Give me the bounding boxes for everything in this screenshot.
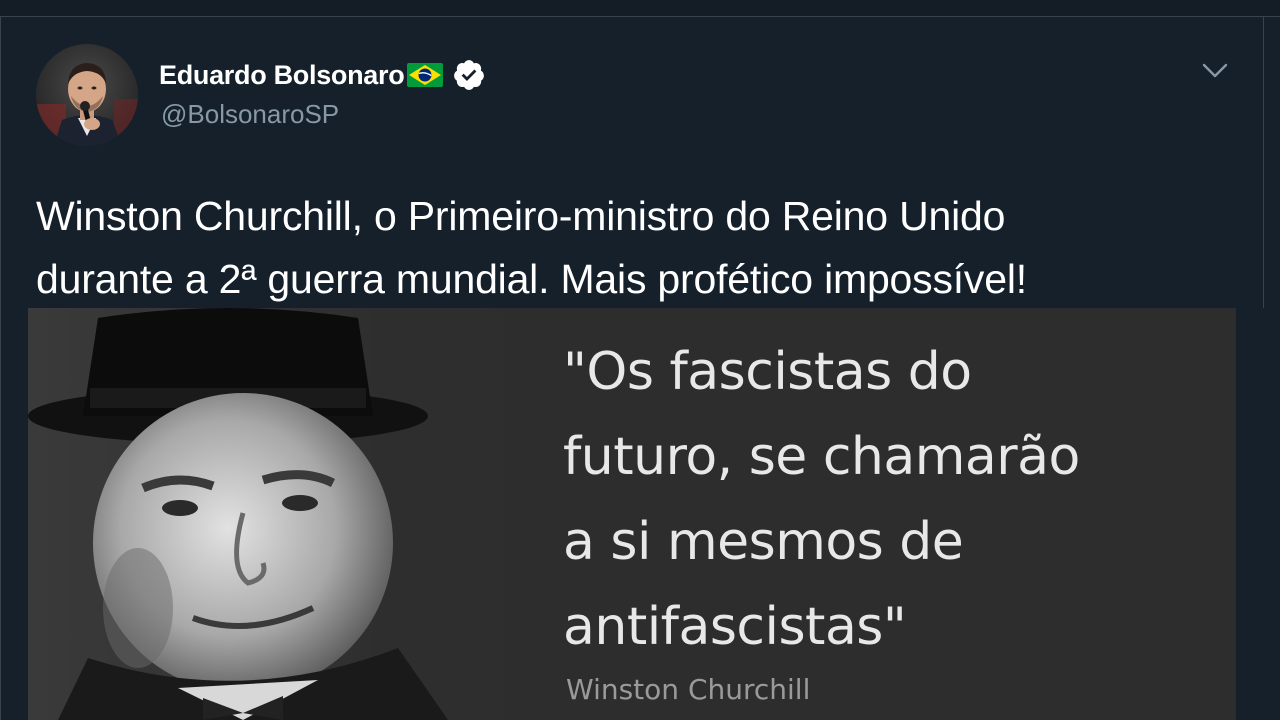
author-name[interactable]: Eduardo Bolsonaro (159, 60, 405, 91)
quote-text: "Os fascistas do futuro, se chamarão a s… (563, 330, 1223, 670)
brazil-flag-icon (406, 60, 444, 90)
author-avatar[interactable] (36, 44, 138, 146)
quote-line: "Os fascistas do (563, 342, 972, 402)
verified-badge-icon (452, 58, 486, 92)
quote-line: a si mesmos de (563, 512, 964, 572)
tweet-text: Winston Churchill, o Primeiro-ministro d… (36, 185, 1256, 311)
quote-line: futuro, se chamarão (563, 427, 1080, 487)
quote-author: Winston Churchill (566, 673, 811, 706)
avatar-photo (36, 44, 138, 146)
author-handle[interactable]: @BolsonaroSP (161, 99, 339, 130)
card-right-edge (1262, 308, 1280, 720)
tweet-text-line: durante a 2ª guerra mundial. Mais profét… (36, 256, 1027, 302)
author-name-row[interactable]: Eduardo Bolsonaro (159, 57, 486, 93)
tweet-page: Eduardo Bolsonaro @BolsonaroSP Winston C… (0, 0, 1280, 720)
tweet-text-line: Winston Churchill, o Primeiro-ministro d… (36, 193, 1006, 239)
churchill-portrait (28, 308, 548, 720)
timeline-top-gap (0, 0, 1280, 17)
quote-line: antifascistas" (563, 597, 907, 657)
chevron-down-icon[interactable] (1197, 57, 1233, 85)
tweet-media-image[interactable]: "Os fascistas do futuro, se chamarão a s… (28, 308, 1236, 720)
